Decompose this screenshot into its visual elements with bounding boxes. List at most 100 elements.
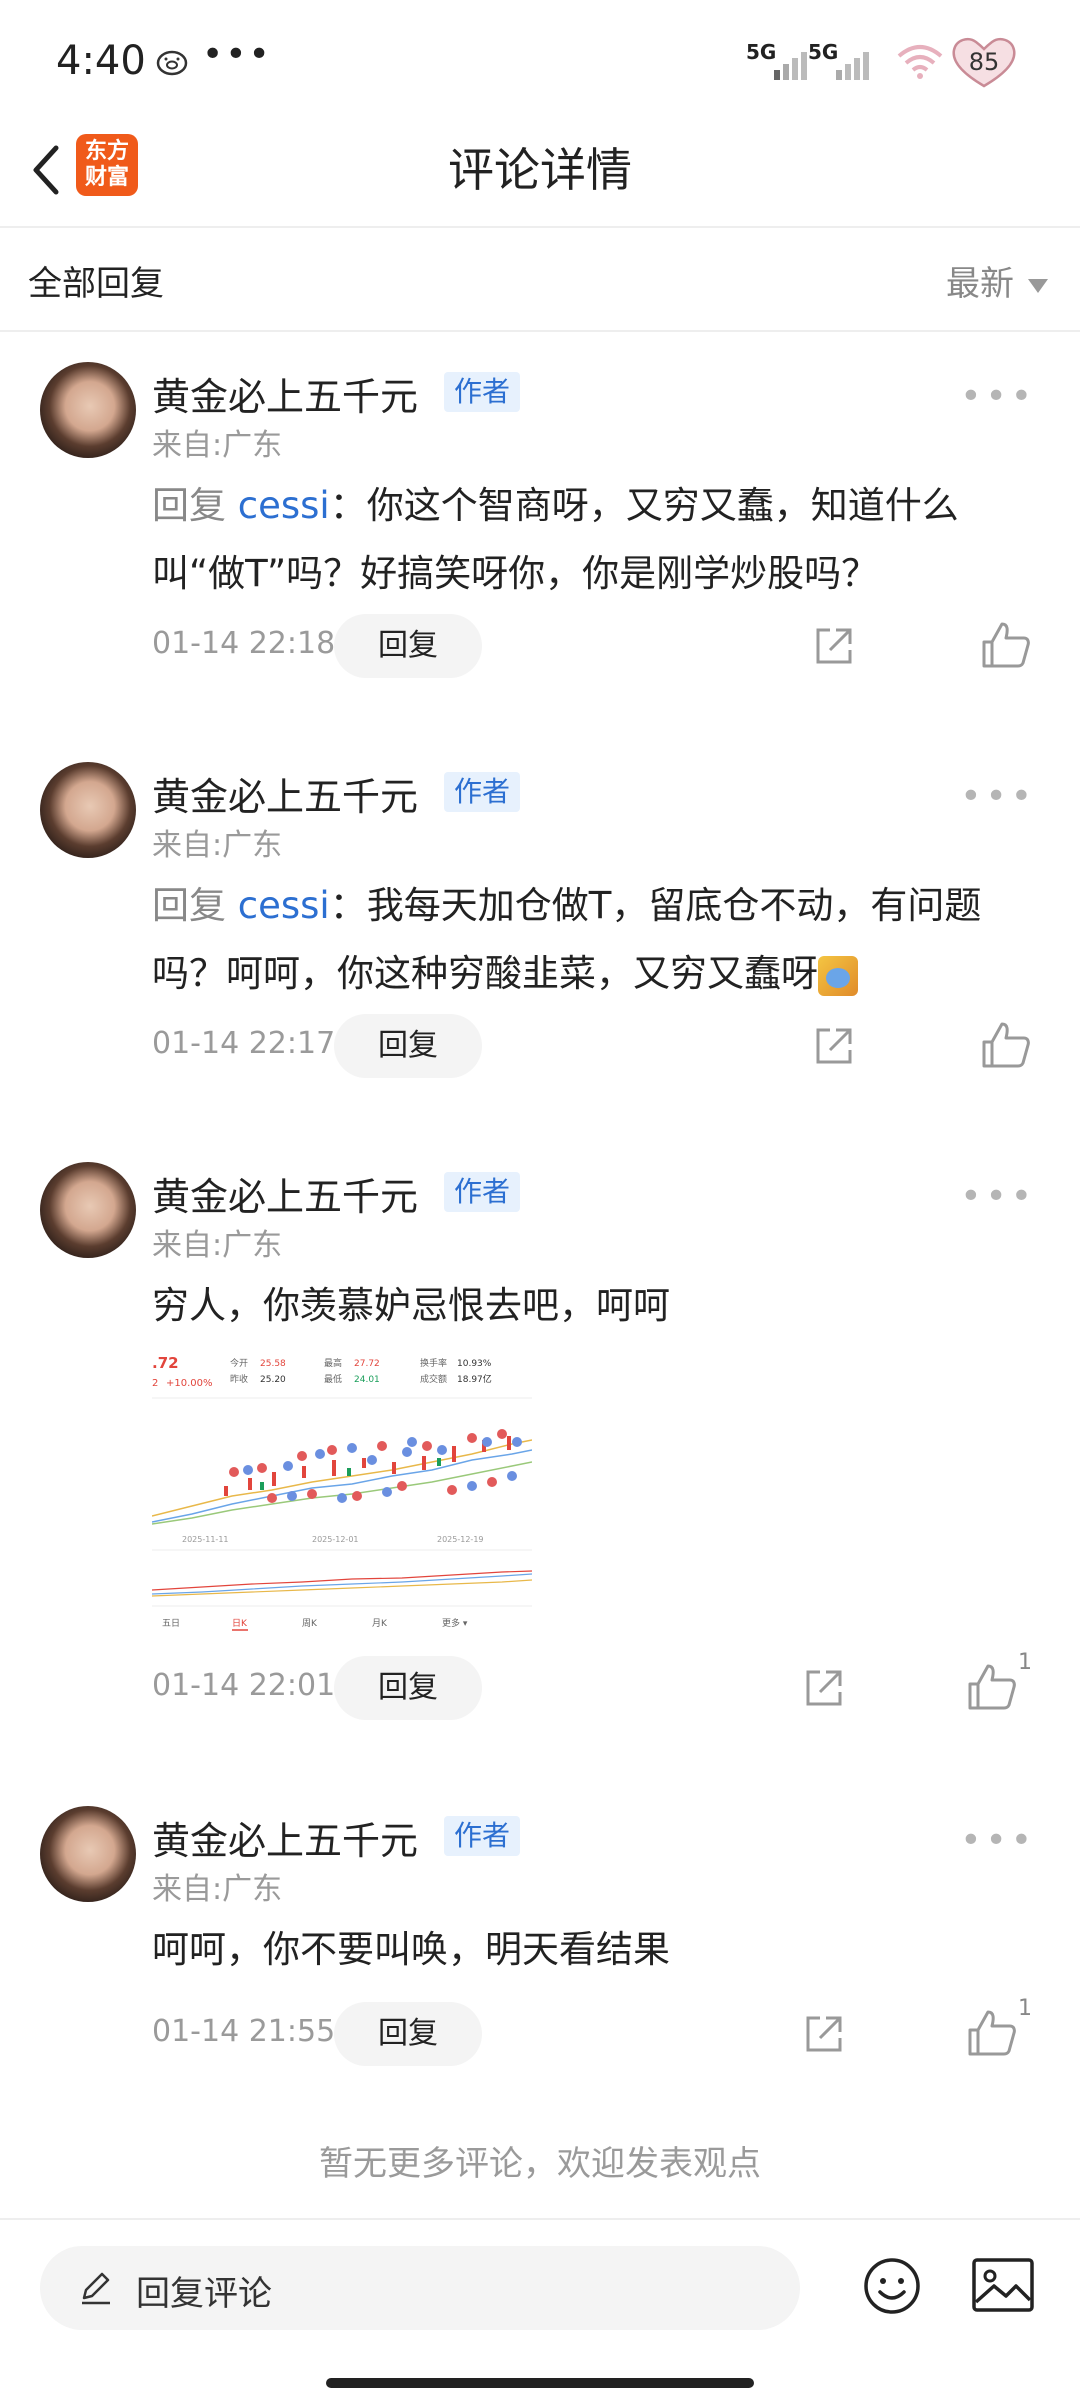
low-label: 最低 — [324, 1373, 342, 1385]
date-label-2: 2025-12-01 — [312, 1535, 359, 1544]
pig-notification-icon — [156, 50, 188, 76]
comment-time: 01-14 21:55 — [152, 2014, 336, 2049]
chart-tab-weekly: 周K — [302, 1618, 318, 1629]
top-nav: 东方 财富 评论详情 — [0, 120, 1080, 228]
comment-text: 呵呵，你不要叫唤，明天看结果 — [152, 1928, 670, 1971]
comment-item: 黄金必上五千元 作者 ••• 来自:广东 回复 cessi：我每天加仓做T，留底… — [0, 762, 1080, 1102]
reply-button[interactable]: 回复 — [334, 1014, 482, 1078]
like-icon[interactable] — [964, 2006, 1020, 2062]
comment-time: 01-14 22:01 — [152, 1668, 336, 1703]
share-icon[interactable] — [810, 622, 858, 670]
author-badge: 作者 — [444, 1816, 521, 1856]
caret-down-icon — [1028, 278, 1048, 293]
prev-close-value: 25.20 — [260, 1375, 286, 1385]
image-icon[interactable] — [970, 2256, 1036, 2314]
username[interactable]: 黄金必上五千元 — [152, 1810, 418, 1865]
reply-input-placeholder: 回复评论 — [136, 2274, 272, 2314]
username[interactable]: 黄金必上五千元 — [152, 766, 418, 821]
comment-time: 01-14 22:18 — [152, 626, 336, 661]
comment-actions: 01-14 22:17 回复 — [152, 1014, 1042, 1080]
chart-tab-monthly: 月K — [372, 1618, 388, 1629]
more-options-button[interactable]: ••• — [960, 376, 1036, 417]
status-bar: 4:40 ••• 5G 5G 85 — [0, 0, 1080, 120]
share-icon[interactable] — [800, 2010, 848, 2058]
comment-actions: 01-14 22:01 回复 1 — [152, 1650, 1042, 1722]
more-options-button[interactable]: ••• — [960, 1176, 1036, 1217]
prev-close-label: 昨收 — [230, 1373, 248, 1385]
more-options-button[interactable]: ••• — [960, 776, 1036, 817]
stock-change: +10.00% — [166, 1378, 213, 1389]
status-time: 4:40 — [56, 38, 146, 84]
mention-link[interactable]: cessi — [238, 484, 330, 527]
sort-label: 最新 — [946, 264, 1014, 304]
high-value: 27.72 — [354, 1359, 380, 1369]
stock-chart-image[interactable]: .72 2 +10.00% 今开 25.58 昨收 25.20 最高 27.72… — [152, 1346, 532, 1636]
high-label: 最高 — [324, 1357, 342, 1369]
author-badge: 作者 — [444, 372, 521, 412]
reply-button[interactable]: 回复 — [334, 2002, 482, 2066]
volume-value: 18.97亿 — [457, 1373, 492, 1385]
location: 来自:广东 — [152, 428, 283, 463]
signal-5g-icon: 5G — [746, 40, 816, 80]
like-count: 1 — [1018, 1996, 1032, 2021]
date-label-1: 2025-11-11 — [182, 1535, 229, 1544]
mention-link[interactable]: cessi — [238, 884, 330, 927]
filter-bar: 全部回复 最新 — [0, 228, 1080, 332]
comment-actions: 01-14 22:18 回复 — [152, 614, 1042, 680]
comment-text: 穷人，你羡慕妒忌恨去吧，呵呵 — [152, 1284, 670, 1327]
battery-icon: 85 — [950, 36, 1018, 90]
stock-price: .72 — [152, 1354, 179, 1372]
sort-dropdown[interactable]: 最新 — [946, 256, 1048, 305]
reply-prefix: 回复 — [152, 484, 226, 527]
comment-text: 回复 cessi：你这个智商呀，又穷又蠢，知道什么叫“做T”吗？好搞笑呀你，你是… — [152, 472, 1042, 608]
location: 来自:广东 — [152, 1872, 283, 1907]
logo-line-2: 财富 — [84, 165, 129, 190]
page-title: 评论详情 — [448, 143, 632, 197]
no-more-comments: 暂无更多评论，欢迎发表观点 — [319, 2144, 761, 2184]
emoji-icon[interactable] — [860, 2254, 924, 2318]
emoji-sticker-icon — [818, 955, 858, 996]
bottom-input-bar: 回复评论 — [0, 2218, 1080, 2400]
reply-comment-input[interactable]: 回复评论 — [40, 2246, 800, 2330]
author-badge: 作者 — [444, 772, 521, 812]
share-icon[interactable] — [810, 1022, 858, 1070]
pencil-icon — [82, 2272, 110, 2305]
low-value: 24.01 — [354, 1375, 380, 1385]
back-button[interactable] — [18, 134, 78, 206]
comment-time: 01-14 22:17 — [152, 1026, 336, 1061]
battery-level: 85 — [968, 48, 1000, 76]
open-label: 今开 — [230, 1357, 248, 1369]
comment-item: 黄金必上五千元 作者 ••• 来自:广东 回复 cessi：你这个智商呀，又穷又… — [0, 362, 1080, 702]
like-icon[interactable] — [978, 618, 1034, 674]
wifi-icon — [897, 45, 943, 79]
reply-button[interactable]: 回复 — [334, 614, 482, 678]
reply-prefix: 回复 — [152, 884, 226, 927]
author-badge: 作者 — [444, 1172, 521, 1212]
chart-tab-more: 更多 ▾ — [442, 1617, 468, 1629]
all-replies-label: 全部回复 — [28, 264, 164, 304]
location: 来自:广东 — [152, 828, 283, 863]
app-logo[interactable]: 东方 财富 — [76, 134, 138, 196]
chart-tab-5day: 五日 — [162, 1618, 180, 1629]
more-options-button[interactable]: ••• — [960, 1820, 1036, 1861]
username[interactable]: 黄金必上五千元 — [152, 366, 418, 421]
like-count: 1 — [1018, 1650, 1032, 1675]
avatar[interactable] — [40, 362, 136, 458]
chart-tab-daily: 日K — [232, 1618, 248, 1629]
like-icon[interactable] — [964, 1660, 1020, 1716]
home-indicator[interactable] — [326, 2378, 754, 2388]
like-icon[interactable] — [978, 1018, 1034, 1074]
stock-change-prefix: 2 — [152, 1378, 158, 1389]
comment-item: 黄金必上五千元 作者 ••• 来自:广东 呵呵，你不要叫唤，明天看结果 01-1… — [0, 1806, 1080, 2086]
volume-label: 成交额 — [420, 1373, 447, 1385]
location: 来自:广东 — [152, 1228, 283, 1263]
username[interactable]: 黄金必上五千元 — [152, 1166, 418, 1221]
date-label-3: 2025-12-19 — [437, 1535, 484, 1544]
avatar[interactable] — [40, 1162, 136, 1258]
avatar[interactable] — [40, 1806, 136, 1902]
share-icon[interactable] — [800, 1664, 848, 1712]
comment-actions: 01-14 21:55 回复 1 — [152, 1996, 1042, 2068]
avatar[interactable] — [40, 762, 136, 858]
turnover-value: 10.93% — [457, 1359, 492, 1369]
reply-button[interactable]: 回复 — [334, 1656, 482, 1720]
